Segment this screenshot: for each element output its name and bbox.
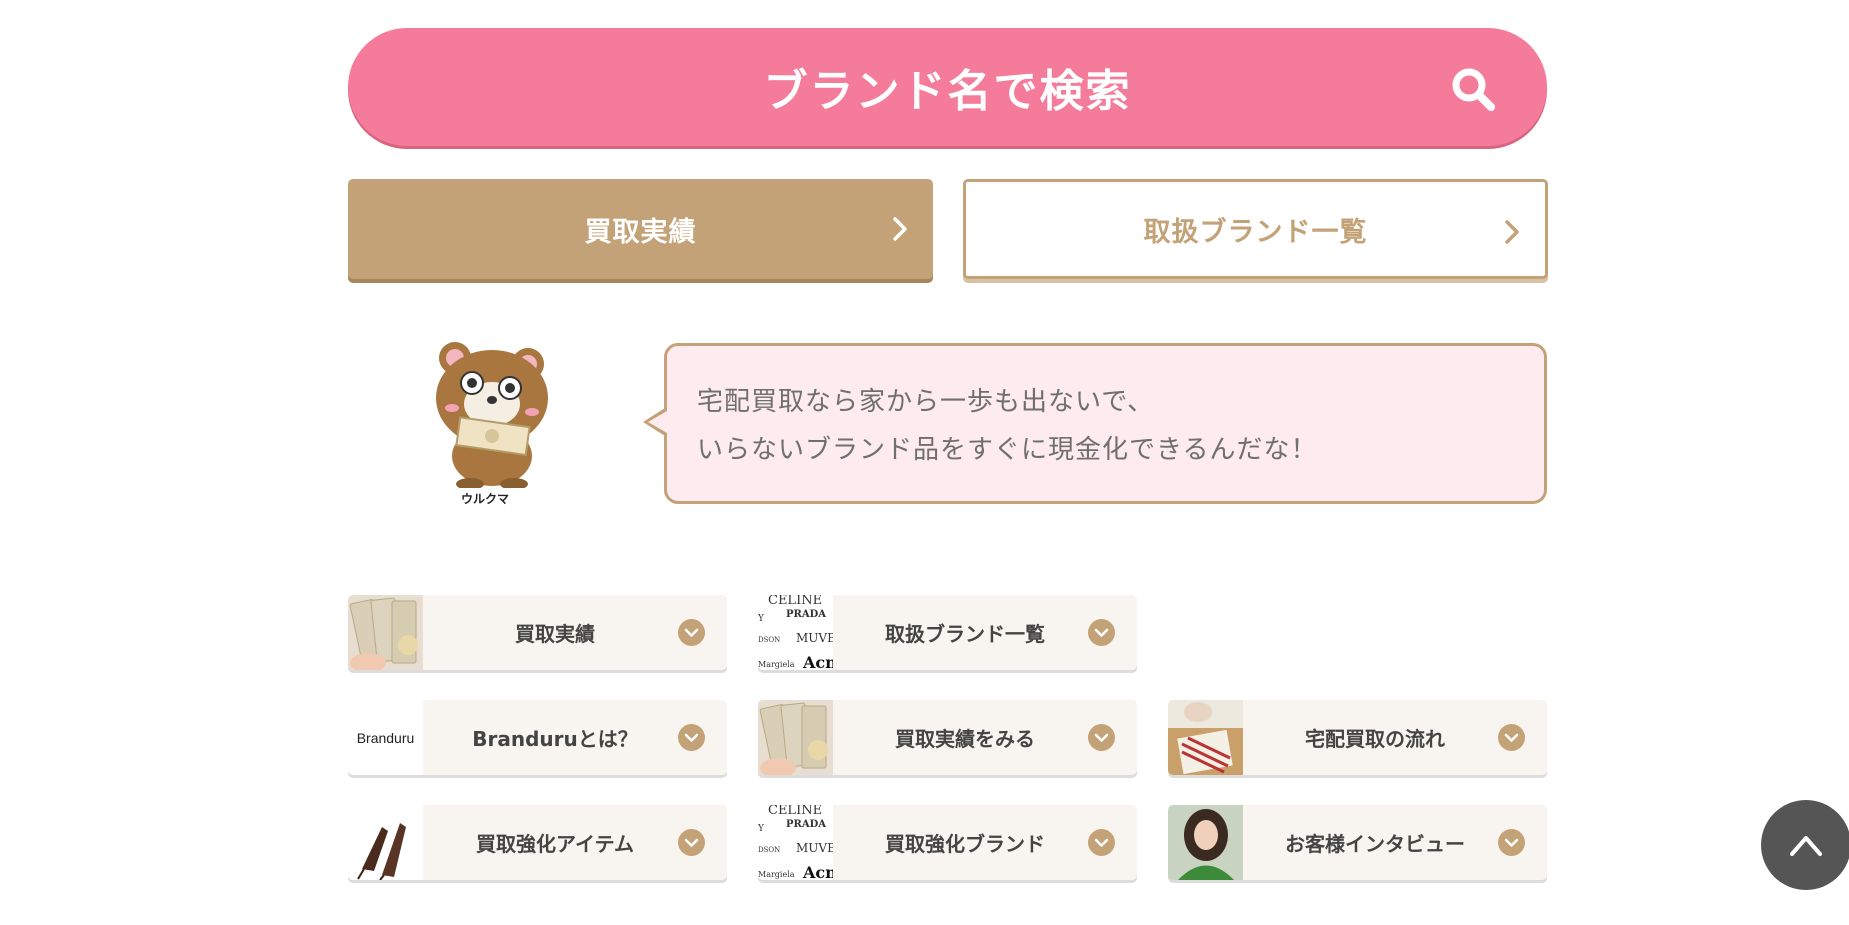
card-label: 宅配買取の流れ [1305, 727, 1445, 751]
cash-photo-thumbnail [348, 595, 423, 670]
celine-logo-text: CELINE [768, 595, 822, 608]
chevron-right-icon [1505, 220, 1519, 244]
card-purchase-results[interactable]: 買取実績 [348, 595, 727, 670]
brand-list-button[interactable]: 取扱ブランド一覧 [963, 179, 1548, 279]
search-label: ブランド名で検索 [763, 66, 1132, 117]
speech-bubble: 宅配買取なら家から一歩も出ないで、 いらないブランド品をすぐに現金化できるんだな… [664, 343, 1547, 504]
brand-logos-thumbnail: CELINE Y PRADA DSON MUVE Margiela Acne [758, 595, 833, 670]
acne-logo-text: Acne [802, 863, 833, 880]
y-logo-text: Y [758, 824, 765, 834]
chevron-down-circle-icon [1088, 724, 1115, 751]
card-label: 買取実績をみる [895, 727, 1035, 751]
card-label: 買取強化アイテム [476, 832, 634, 856]
muve-logo-text: MUVE [796, 841, 833, 855]
chevron-down-circle-icon [1498, 724, 1525, 751]
branduru-logo-text: Branduru [356, 729, 415, 746]
chevron-right-icon [893, 217, 907, 241]
bubble-line-1: 宅配買取なら家から一歩も出ないで、 [697, 387, 1155, 417]
card-label: お客様インタビュー [1285, 832, 1465, 856]
purchase-results-button[interactable]: 買取実績 [348, 179, 933, 279]
card-view-results[interactable]: 買取実績をみる [758, 700, 1137, 775]
customer-photo-thumbnail [1168, 805, 1243, 880]
card-featured-items[interactable]: 買取強化アイテム [348, 805, 727, 880]
prada-logo-text: PRADA [786, 819, 826, 830]
card-delivery-flow[interactable]: 宅配買取の流れ [1168, 700, 1547, 775]
chevron-down-circle-icon [1088, 619, 1115, 646]
card-customer-interview[interactable]: お客様インタビュー [1168, 805, 1547, 880]
card-about-branduru[interactable]: Branduru Branduruとは？ [348, 700, 727, 775]
acne-logo-text: Acne [802, 653, 833, 670]
card-label: 買取実績 [515, 622, 595, 646]
chevron-up-icon [1790, 836, 1822, 856]
card-label: Branduruとは？ [472, 727, 638, 751]
muve-logo-text: MUVE [796, 631, 833, 645]
mascot-name: ウルクマ [460, 492, 509, 506]
branduru-logo-thumbnail: Branduru [348, 700, 423, 775]
chevron-down-circle-icon [678, 619, 705, 646]
dson-logo-text: DSON [758, 846, 780, 854]
chevron-down-circle-icon [1088, 829, 1115, 856]
brand-logos-thumbnail: CELINE Y PRADA DSON MUVE Margiela Acne [758, 805, 833, 880]
bubble-tail-fill [648, 411, 667, 433]
brand-search-button[interactable]: ブランド名で検索 [348, 28, 1547, 146]
box-photo-thumbnail [1168, 700, 1243, 775]
bubble-line-2: いらないブランド品をすぐに現金化できるんだな！ [697, 435, 1318, 465]
prada-logo-text: PRADA [786, 609, 826, 620]
chevron-down-circle-icon [1498, 829, 1525, 856]
scroll-to-top-button[interactable] [1761, 800, 1849, 890]
brand-list-label: 取扱ブランド一覧 [1143, 216, 1368, 248]
margiela-logo-text: Margiela [758, 870, 795, 879]
chevron-down-circle-icon [678, 829, 705, 856]
card-featured-brands[interactable]: CELINE Y PRADA DSON MUVE Margiela Acne 買… [758, 805, 1137, 880]
celine-logo-text: CELINE [768, 805, 822, 818]
cash-photo-thumbnail [758, 700, 833, 775]
card-label: 取扱ブランド一覧 [885, 622, 1045, 646]
card-brand-list[interactable]: CELINE Y PRADA DSON MUVE Margiela Acne 取… [758, 595, 1137, 670]
margiela-logo-text: Margiela [758, 660, 795, 669]
bear-mascot-image [436, 342, 548, 488]
card-label: 買取強化ブランド [885, 832, 1045, 856]
y-logo-text: Y [758, 614, 765, 624]
dson-logo-text: DSON [758, 636, 780, 644]
shoes-photo-thumbnail [348, 805, 423, 880]
search-icon [1452, 68, 1495, 111]
purchase-results-label: 買取実績 [584, 216, 697, 248]
chevron-down-circle-icon [678, 724, 705, 751]
